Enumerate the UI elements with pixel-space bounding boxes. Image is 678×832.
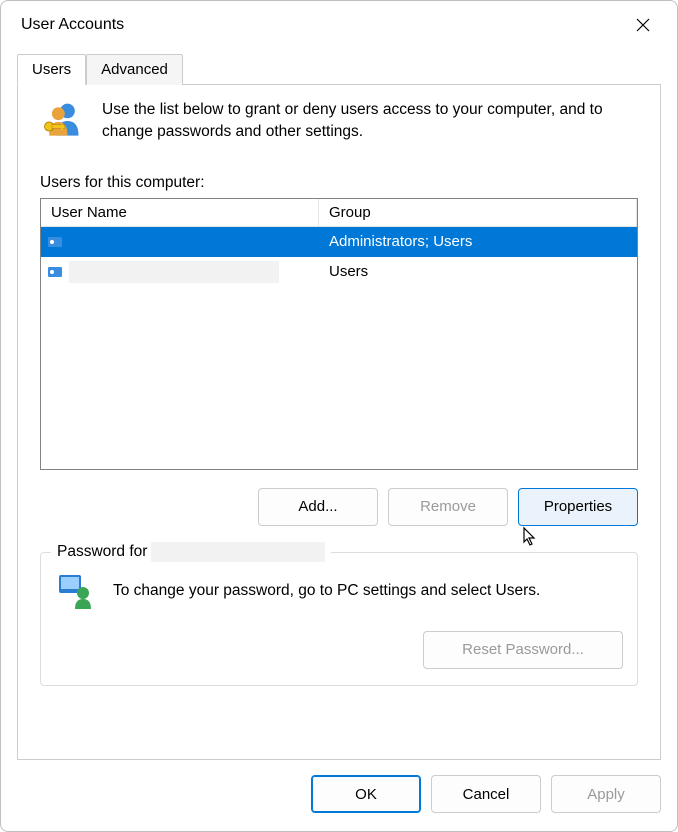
user-list[interactable]: User Name Group Administrators; Users [40,198,638,470]
user-buttons: Add... Remove Properties [40,488,638,526]
cell-group: Users [319,263,637,280]
cancel-button[interactable]: Cancel [431,775,541,813]
cell-group: Administrators; Users [319,233,637,250]
window-title: User Accounts [21,16,124,34]
apply-button: Apply [551,775,661,813]
user-accounts-dialog: User Accounts Users Advanced Use the [0,0,678,832]
tab-users[interactable]: Users [17,54,86,85]
tab-panel-users: Use the list below to grant or deny user… [17,85,661,760]
password-legend: Password for [51,542,331,562]
intro-row: Use the list below to grant or deny user… [40,99,638,144]
user-icon [47,234,63,250]
user-icon [47,264,63,280]
content-area: Users Advanced Use the list below to gra… [1,45,677,763]
intro-text: Use the list below to grant or deny user… [102,99,638,144]
redacted-username [151,542,325,562]
password-user-icon [55,571,95,611]
cursor-icon [522,526,540,548]
redacted-username [69,261,279,283]
tab-strip: Users Advanced [17,53,661,85]
column-header-group[interactable]: Group [319,199,637,226]
reset-password-button: Reset Password... [423,631,623,669]
legend-prefix: Password for [57,543,147,561]
users-keys-icon [40,99,84,143]
cell-username [41,231,319,253]
redacted-username [69,231,279,253]
remove-button: Remove [388,488,508,526]
titlebar: User Accounts [1,1,677,45]
ok-button[interactable]: OK [311,775,421,813]
close-button[interactable] [621,7,665,43]
table-row[interactable]: Administrators; Users [41,227,637,257]
column-header-username[interactable]: User Name [41,199,319,226]
password-row: To change your password, go to PC settin… [55,571,623,611]
password-fieldset: Password for To change your password, go… [40,552,638,686]
cell-username [41,261,319,283]
list-header: User Name Group [41,199,637,227]
user-list-label: Users for this computer: [40,174,638,192]
password-instruction: To change your password, go to PC settin… [113,582,540,600]
table-row[interactable]: Users [41,257,637,287]
tab-advanced[interactable]: Advanced [86,54,183,85]
close-icon [636,18,650,32]
dialog-footer: OK Cancel Apply [1,763,677,831]
properties-button[interactable]: Properties [518,488,638,526]
add-button[interactable]: Add... [258,488,378,526]
reset-row: Reset Password... [55,631,623,669]
